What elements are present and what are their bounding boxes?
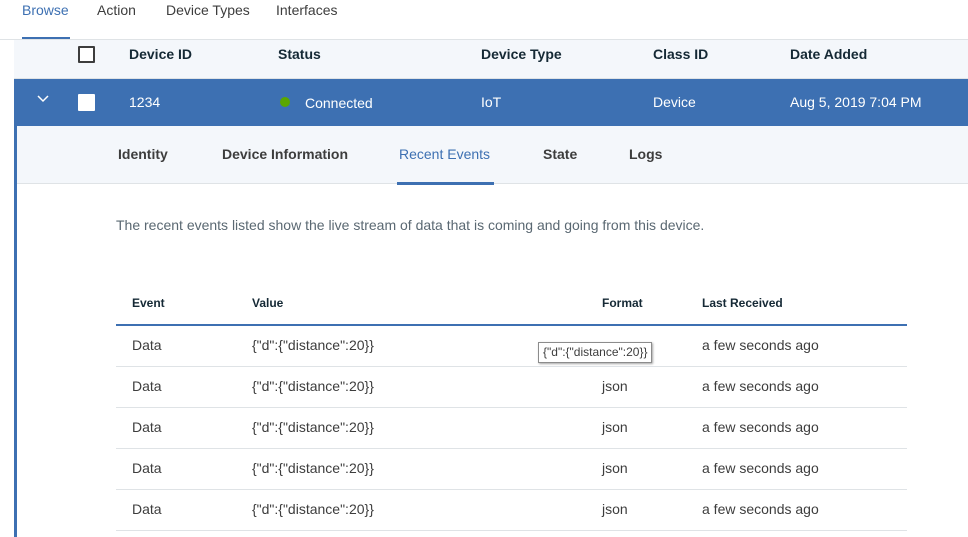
event-value: {"d":{"distance":20}} (252, 337, 374, 353)
event-row: Data {"d":{"distance":20}} json a few se… (116, 367, 907, 408)
event-format: json (602, 460, 628, 476)
value-tooltip: {"d":{"distance":20}} (538, 342, 653, 363)
event-value: {"d":{"distance":20}} (252, 419, 374, 435)
recent-events-description: The recent events listed show the live s… (116, 217, 705, 233)
event-format: json (602, 501, 628, 517)
status-connected-icon (280, 97, 290, 107)
column-date-added[interactable]: Date Added (790, 46, 867, 62)
column-value: Value (252, 296, 284, 310)
event-last-received: a few seconds ago (702, 460, 819, 476)
row-checkbox[interactable] (78, 94, 95, 111)
device-type: IoT (481, 94, 502, 110)
class-id: Device (653, 94, 696, 110)
tab-device-information[interactable]: Device Information (222, 146, 348, 162)
column-status[interactable]: Status (278, 46, 321, 62)
event-row: Data {"d":{"distance":20}} json a few se… (116, 449, 907, 490)
event-value: {"d":{"distance":20}} (252, 460, 374, 476)
chevron-down-icon[interactable] (36, 92, 50, 106)
event-row: Data {"d":{"distance":20}} json a few se… (116, 490, 907, 531)
device-id: 1234 (129, 94, 161, 110)
event-format: json (602, 419, 628, 435)
tab-recent-events[interactable]: Recent Events (399, 146, 490, 162)
event-row: Data {"d":{"distance":20}} a few seconds… (116, 326, 907, 367)
select-all-checkbox[interactable] (78, 46, 95, 63)
event-value: {"d":{"distance":20}} (252, 501, 374, 517)
event-last-received: a few seconds ago (702, 419, 819, 435)
event-row: Data {"d":{"distance":20}} json a few se… (116, 408, 907, 449)
event-name: Data (132, 501, 162, 517)
events-table-header: Event Value Format Last Received (116, 286, 907, 326)
top-nav: Browse Action Device Types Interfaces (0, 0, 968, 40)
column-last-received: Last Received (702, 296, 783, 310)
tab-identity[interactable]: Identity (118, 146, 168, 162)
event-last-received: a few seconds ago (702, 378, 819, 394)
tab-browse[interactable]: Browse (22, 2, 69, 18)
event-last-received: a few seconds ago (702, 501, 819, 517)
date-added: Aug 5, 2019 7:04 PM (790, 94, 922, 110)
event-value: {"d":{"distance":20}} (252, 378, 374, 394)
event-name: Data (132, 419, 162, 435)
detail-tabs: Identity Device Information Recent Event… (17, 126, 968, 185)
tab-state[interactable]: State (543, 146, 577, 162)
column-device-type[interactable]: Device Type (481, 46, 562, 62)
event-name: Data (132, 337, 162, 353)
event-name: Data (132, 378, 162, 394)
event-name: Data (132, 460, 162, 476)
tab-device-types[interactable]: Device Types (166, 2, 250, 18)
device-row-selected[interactable]: 1234 Connected IoT Device Aug 5, 2019 7:… (14, 79, 968, 126)
device-detail-panel: Identity Device Information Recent Event… (14, 126, 968, 537)
column-device-id[interactable]: Device ID (129, 46, 192, 62)
tab-action[interactable]: Action (97, 2, 136, 18)
tab-logs[interactable]: Logs (629, 146, 662, 162)
column-event: Event (132, 296, 165, 310)
device-status: Connected (305, 95, 373, 111)
event-last-received: a few seconds ago (702, 337, 819, 353)
tab-interfaces[interactable]: Interfaces (276, 2, 337, 18)
column-format: Format (602, 296, 643, 310)
active-detail-tab-indicator (397, 182, 494, 185)
device-table-header: Device ID Status Device Type Class ID Da… (14, 40, 968, 79)
event-format: json (602, 378, 628, 394)
column-class-id[interactable]: Class ID (653, 46, 708, 62)
